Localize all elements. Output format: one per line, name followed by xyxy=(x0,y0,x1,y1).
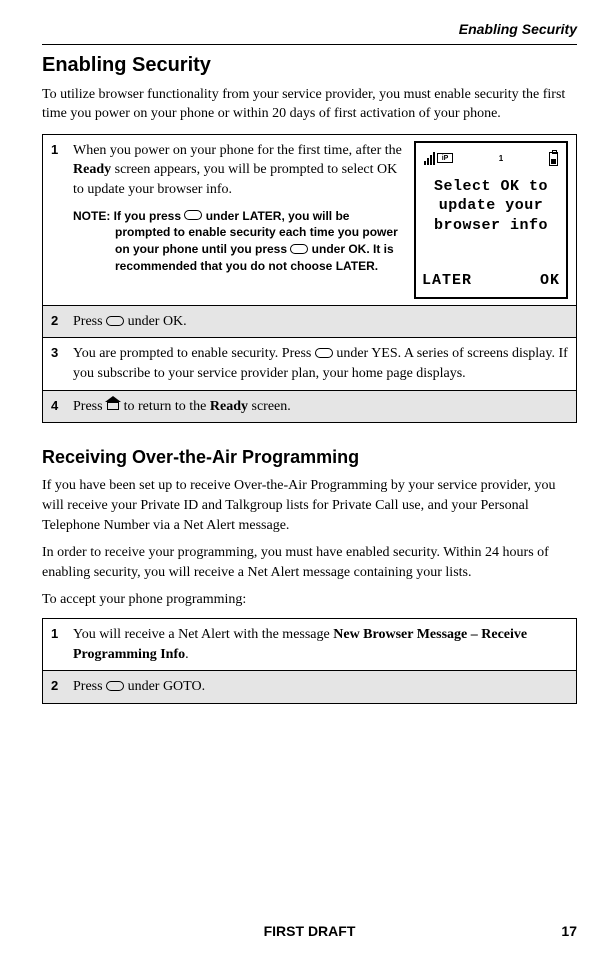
phone-msg-line3: browser info xyxy=(420,216,562,236)
softkey-button-icon xyxy=(315,348,333,358)
intro-paragraph: To utilize browser functionality from yo… xyxy=(42,85,577,124)
footer-page-number: 17 xyxy=(561,922,577,942)
phone-message: Select OK to update your browser info xyxy=(420,177,562,236)
steps-table-1: 1 iP 1 Select OK to update your browser … xyxy=(42,134,577,423)
softkey-right: OK xyxy=(540,270,560,291)
battery-icon xyxy=(549,152,558,166)
step-number: 2 xyxy=(51,677,73,695)
step-content: Press under GOTO. xyxy=(73,677,568,697)
softkey-button-icon xyxy=(106,316,124,326)
otap-step-2: 2 Press under GOTO. xyxy=(43,671,576,703)
step-number: 2 xyxy=(51,312,73,330)
softkey-left: LATER xyxy=(422,270,472,291)
section-heading-otap: Receiving Over-the-Air Programming xyxy=(42,445,577,470)
step-content: You are prompted to enable security. Pre… xyxy=(73,344,568,383)
softkey-button-icon xyxy=(106,681,124,691)
step-content: Press to return to the Ready screen. xyxy=(73,397,568,417)
otap-step-1: 1 You will receive a Net Alert with the … xyxy=(43,619,576,671)
step-number: 3 xyxy=(51,344,73,362)
step-1: 1 iP 1 Select OK to update your browser … xyxy=(43,135,576,306)
phone-msg-line1: Select OK to xyxy=(420,177,562,197)
otap-paragraph-3: To accept your phone programming: xyxy=(42,590,577,610)
step-content: You will receive a Net Alert with the me… xyxy=(73,625,568,664)
home-button-icon xyxy=(106,400,120,410)
header-rule xyxy=(42,44,577,45)
softkey-button-icon xyxy=(184,210,202,220)
phone-screen-illustration: iP 1 Select OK to update your browser in… xyxy=(414,141,568,299)
page-footer: FIRST DRAFT 17 xyxy=(42,922,577,942)
step-number: 1 xyxy=(51,141,73,159)
phone-msg-line2: update your xyxy=(420,196,562,216)
otap-paragraph-2: In order to receive your programming, yo… xyxy=(42,543,577,582)
running-header: Enabling Security xyxy=(42,20,577,40)
section-heading-enabling-security: Enabling Security xyxy=(42,51,577,79)
ip-icon: iP xyxy=(437,153,453,163)
step-content: Press under OK. xyxy=(73,312,568,332)
step-3: 3 You are prompted to enable security. P… xyxy=(43,338,576,390)
step-2: 2 Press under OK. xyxy=(43,306,576,339)
otap-paragraph-1: If you have been set up to receive Over-… xyxy=(42,476,577,535)
steps-table-2: 1 You will receive a Net Alert with the … xyxy=(42,618,577,704)
phone-status-bar: iP 1 xyxy=(420,149,562,169)
footer-draft-label: FIRST DRAFT xyxy=(42,922,577,942)
step-4: 4 Press to return to the Ready screen. xyxy=(43,391,576,423)
step-number: 4 xyxy=(51,397,73,415)
step-content: iP 1 Select OK to update your browser in… xyxy=(73,141,568,299)
signal-icon xyxy=(424,153,435,165)
status-indicator: 1 xyxy=(499,153,503,164)
step-number: 1 xyxy=(51,625,73,643)
phone-softkeys: LATER OK xyxy=(422,270,560,291)
softkey-button-icon xyxy=(290,244,308,254)
